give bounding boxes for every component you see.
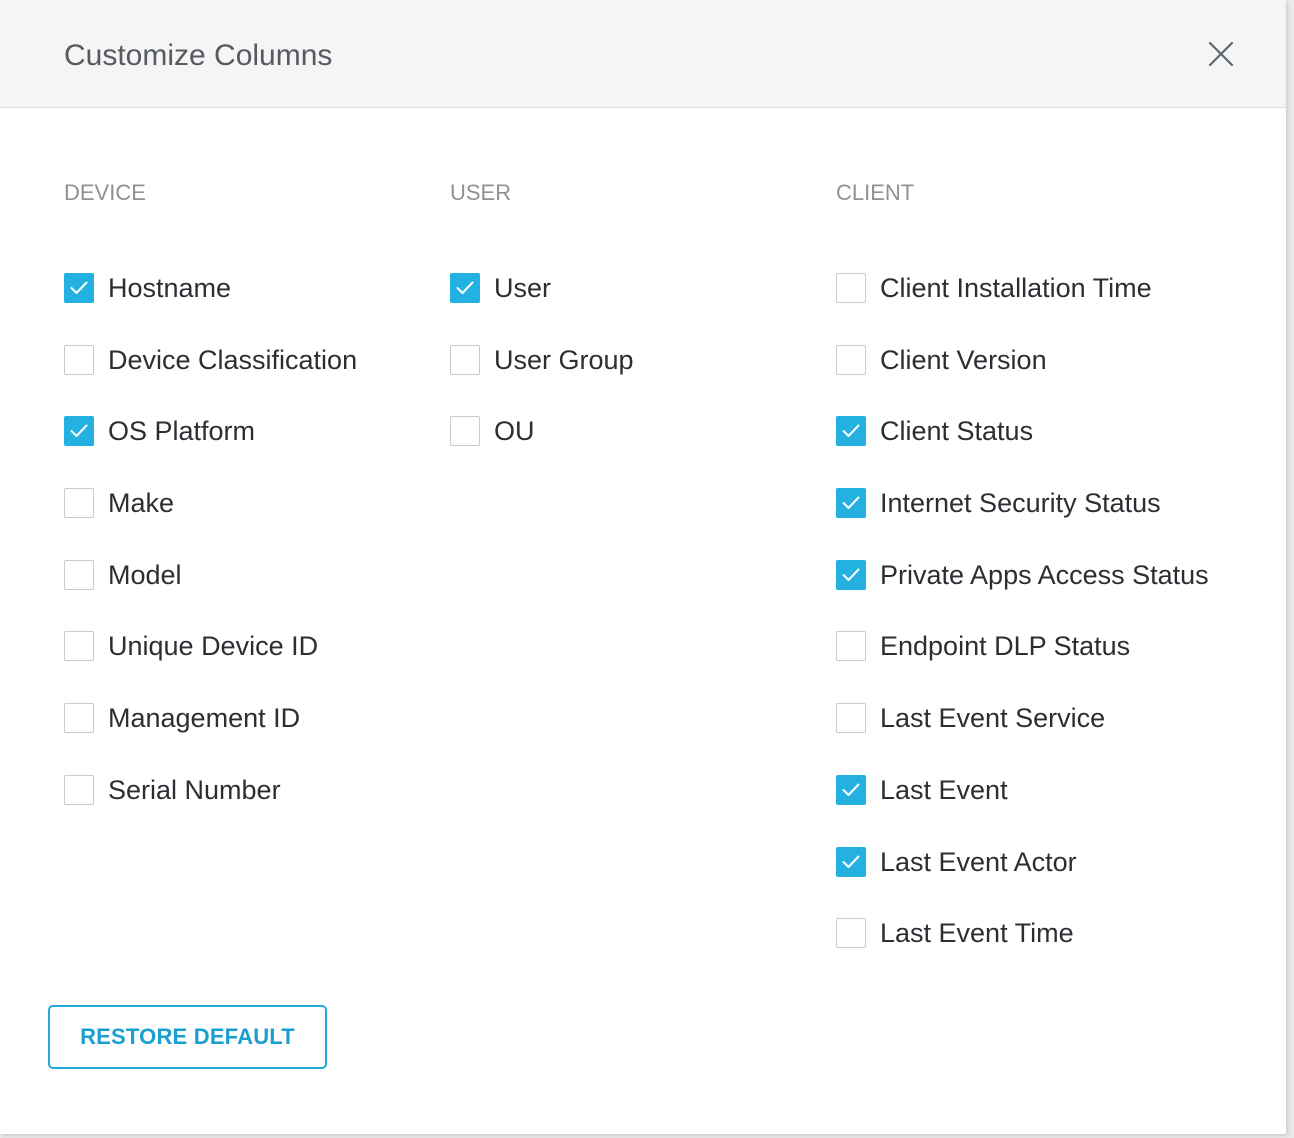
- client-installation-time-label: Client Installation Time: [880, 273, 1152, 303]
- option-internet-security-status[interactable]: Internet Security Status: [836, 487, 1209, 519]
- checkmark-icon: [842, 496, 860, 510]
- last-event-actor-checkbox[interactable]: [836, 846, 866, 877]
- customize-columns-dialog: Customize Columns DEVICE Hostname Device …: [0, 0, 1286, 1134]
- close-icon: [1208, 41, 1234, 67]
- client-column: CLIENT Client Installation Time Client Ve…: [836, 176, 1209, 989]
- client-status-checkbox[interactable]: [836, 416, 866, 447]
- option-unique-device-id[interactable]: Unique Device ID: [64, 630, 357, 662]
- checkmark-icon: [456, 281, 474, 294]
- client-installation-time-checkbox[interactable]: [836, 273, 866, 303]
- option-user[interactable]: User: [450, 272, 634, 304]
- user-options: User User Group OU: [450, 272, 634, 447]
- option-endpoint-dlp-status[interactable]: Endpoint DLP Status: [836, 630, 1209, 662]
- ou-checkbox[interactable]: [450, 416, 480, 447]
- user-label: User: [494, 273, 552, 303]
- client-version-checkbox[interactable]: [836, 344, 866, 375]
- management-id-checkbox[interactable]: [64, 703, 94, 734]
- client-options: Client Installation Time Client Version Cl…: [836, 272, 1209, 949]
- option-private-apps-access-status[interactable]: Private Apps Access Status: [836, 559, 1209, 591]
- last-event-label: Last Event: [880, 774, 1008, 805]
- management-id-label: Management ID: [108, 703, 301, 734]
- device-classification-checkbox[interactable]: [64, 344, 94, 375]
- checkmark-icon: [842, 568, 860, 581]
- last-event-time-label: Last Event Time: [880, 918, 1074, 949]
- last-event-service-label: Last Event Service: [880, 703, 1106, 734]
- device-column: DEVICE Hostname Device Classification OS P…: [64, 176, 357, 846]
- make-checkbox[interactable]: [64, 488, 94, 519]
- option-make[interactable]: Make: [64, 487, 357, 519]
- user-checkbox[interactable]: [450, 273, 480, 303]
- hostname-checkbox[interactable]: [64, 273, 94, 303]
- internet-security-status-checkbox[interactable]: [836, 488, 866, 519]
- private-apps-access-status-label: Private Apps Access Status: [880, 559, 1209, 590]
- dialog-header: Customize Columns: [0, 0, 1286, 108]
- option-client-installation-time[interactable]: Client Installation Time: [836, 272, 1209, 304]
- option-client-status[interactable]: Client Status: [836, 415, 1209, 447]
- option-last-event-actor[interactable]: Last Event Actor: [836, 846, 1209, 878]
- user-heading: USER: [450, 180, 512, 205]
- last-event-time-checkbox[interactable]: [836, 918, 866, 949]
- os-platform-checkbox[interactable]: [64, 416, 94, 447]
- dialog-title: Customize Columns: [64, 39, 333, 72]
- internet-security-status-label: Internet Security Status: [880, 488, 1161, 519]
- model-checkbox[interactable]: [64, 559, 94, 590]
- close-button[interactable]: [1201, 34, 1241, 74]
- serial-number-checkbox[interactable]: [64, 774, 94, 805]
- checkmark-icon: [842, 424, 860, 438]
- device-classification-label: Device Classification: [108, 344, 358, 375]
- option-user-group[interactable]: User Group: [450, 344, 634, 376]
- client-heading: CLIENT: [836, 180, 915, 205]
- device-heading: DEVICE: [64, 180, 146, 205]
- device-options: Hostname Device Classification OS Platform…: [64, 272, 357, 806]
- user-group-label: User Group: [494, 344, 634, 375]
- option-ou[interactable]: OU: [450, 415, 634, 447]
- checkmark-icon: [70, 281, 88, 294]
- option-client-version[interactable]: Client Version: [836, 344, 1209, 376]
- endpoint-dlp-status-checkbox[interactable]: [836, 631, 866, 662]
- client-version-label: Client Version: [880, 344, 1047, 375]
- user-group-checkbox[interactable]: [450, 344, 480, 375]
- make-label: Make: [108, 488, 175, 519]
- ou-label: OU: [494, 416, 535, 447]
- option-last-event[interactable]: Last Event: [836, 774, 1209, 806]
- restore-default-button[interactable]: RESTORE DEFAULT: [48, 1005, 327, 1069]
- option-serial-number[interactable]: Serial Number: [64, 774, 357, 806]
- option-last-event-service[interactable]: Last Event Service: [836, 702, 1209, 734]
- last-event-service-checkbox[interactable]: [836, 703, 866, 734]
- last-event-actor-label: Last Event Actor: [880, 846, 1077, 877]
- client-status-label: Client Status: [880, 416, 1034, 447]
- option-os-platform[interactable]: OS Platform: [64, 415, 357, 447]
- unique-device-id-label: Unique Device ID: [108, 631, 319, 662]
- checkmark-icon: [70, 424, 88, 438]
- option-management-id[interactable]: Management ID: [64, 702, 357, 734]
- last-event-checkbox[interactable]: [836, 774, 866, 805]
- option-model[interactable]: Model: [64, 559, 357, 591]
- hostname-label: Hostname: [108, 273, 232, 303]
- option-last-event-time[interactable]: Last Event Time: [836, 917, 1209, 949]
- model-label: Model: [108, 559, 182, 590]
- checkmark-icon: [842, 783, 860, 796]
- os-platform-label: OS Platform: [108, 416, 256, 447]
- option-hostname[interactable]: Hostname: [64, 272, 357, 304]
- option-device-classification[interactable]: Device Classification: [64, 344, 357, 376]
- unique-device-id-checkbox[interactable]: [64, 631, 94, 662]
- serial-number-label: Serial Number: [108, 774, 281, 805]
- private-apps-access-status-checkbox[interactable]: [836, 559, 866, 590]
- endpoint-dlp-status-label: Endpoint DLP Status: [880, 631, 1131, 662]
- user-column: USER User User Group OU: [450, 176, 634, 487]
- checkmark-icon: [842, 855, 860, 868]
